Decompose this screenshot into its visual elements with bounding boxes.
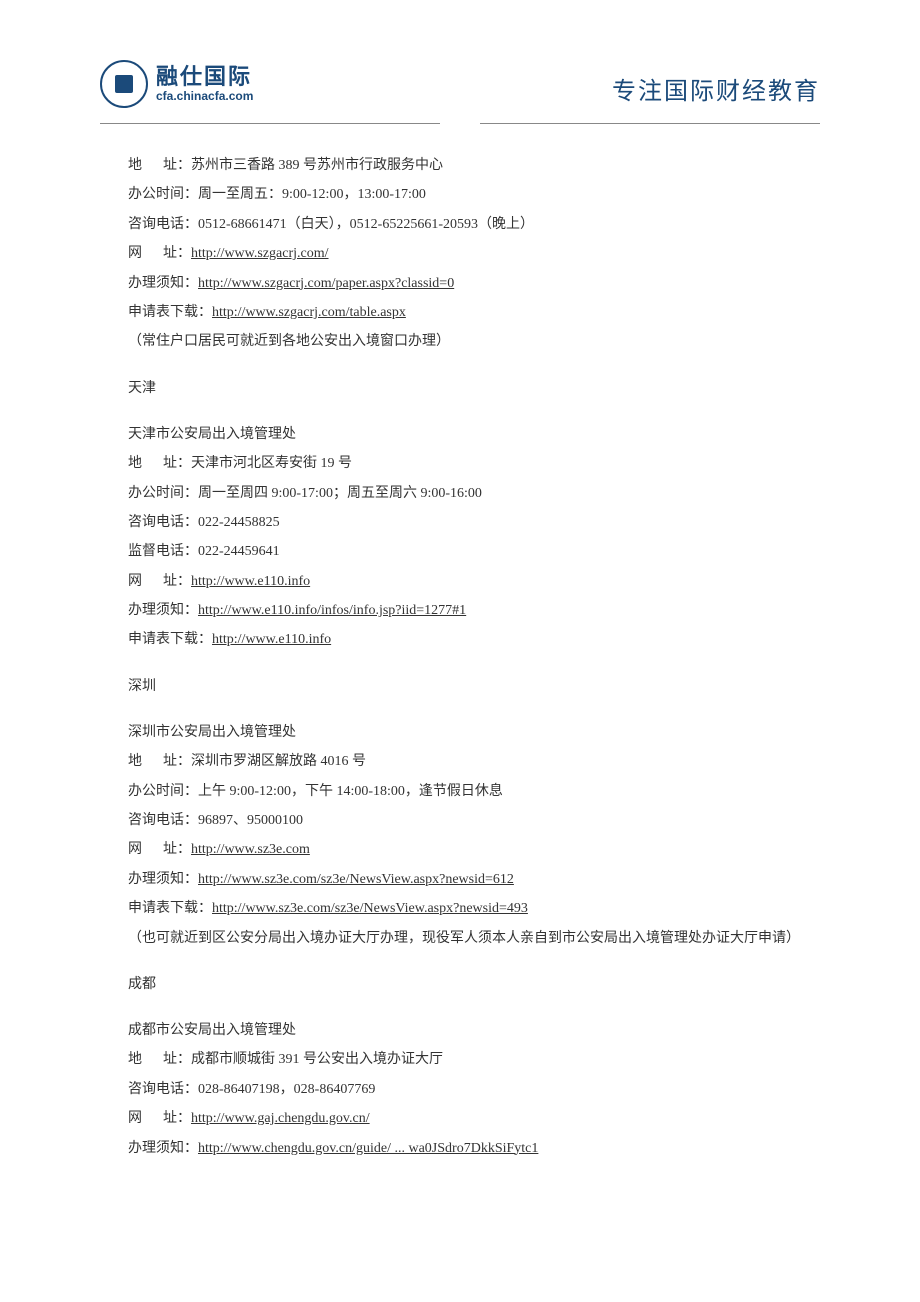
city-heading: 成都 bbox=[100, 970, 820, 999]
field-value: 成都市顺城街 391 号公安出入境办证大厅 bbox=[191, 1052, 443, 1067]
info-line: 咨询电话：022-24458825 bbox=[100, 508, 820, 537]
info-line: 地址：天津市河北区寿安街 19 号 bbox=[100, 449, 820, 478]
info-link[interactable]: http://www.gaj.chengdu.gov.cn/ bbox=[191, 1111, 370, 1126]
field-label: 办公时间： bbox=[128, 784, 198, 799]
field-value: 96897、95000100 bbox=[198, 813, 303, 828]
info-line: 网址：http://www.e110.info bbox=[100, 567, 820, 596]
logo-text: 融仕国际 cfa.chinacfa.com bbox=[156, 65, 253, 102]
field-label: 申请表下载： bbox=[128, 305, 212, 320]
field-value: 0512-68661471（白天），0512-65225661-20593（晚上… bbox=[198, 217, 534, 232]
info-line: 申请表下载：http://www.szgacrj.com/table.aspx bbox=[100, 298, 820, 327]
city-heading: 天津 bbox=[100, 374, 820, 403]
city-heading: 深圳 bbox=[100, 672, 820, 701]
field-label: 地 bbox=[128, 754, 163, 769]
info-line: 网址：http://www.sz3e.com bbox=[100, 835, 820, 864]
info-line: 办理须知：http://www.e110.info/infos/info.jsp… bbox=[100, 596, 820, 625]
logo-cn-text: 融仕国际 bbox=[156, 65, 253, 89]
info-line: 地址：深圳市罗湖区解放路 4016 号 bbox=[100, 747, 820, 776]
info-link[interactable]: http://www.sz3e.com bbox=[191, 842, 310, 857]
info-line: 网址：http://www.gaj.chengdu.gov.cn/ bbox=[100, 1104, 820, 1133]
info-link[interactable]: http://www.e110.info bbox=[212, 632, 331, 647]
office-title: 成都市公安局出入境管理处 bbox=[100, 1016, 820, 1045]
field-label: 办公时间： bbox=[128, 486, 198, 501]
slogan-text: 专注国际财经教育 bbox=[612, 71, 820, 108]
info-line: 申请表下载：http://www.e110.info bbox=[100, 625, 820, 654]
field-value: 022-24459641 bbox=[198, 544, 280, 559]
field-value: 022-24458825 bbox=[198, 515, 280, 530]
info-line: 办公时间：周一至周四 9:00-17:00；周五至周六 9:00-16:00 bbox=[100, 479, 820, 508]
field-label: 咨询电话： bbox=[128, 217, 198, 232]
info-link[interactable]: http://www.e110.info/infos/info.jsp?iid=… bbox=[198, 603, 466, 618]
field-label: 办理须知： bbox=[128, 1141, 198, 1156]
info-line: 办理须知：http://www.chengdu.gov.cn/guide/ ..… bbox=[100, 1134, 820, 1163]
info-line: 办公时间：周一至周五：9:00-12:00，13:00-17:00 bbox=[100, 180, 820, 209]
field-label: 地 bbox=[128, 1052, 163, 1067]
field-value: 028-86407198，028-86407769 bbox=[198, 1082, 375, 1097]
info-line: 监督电话：022-24459641 bbox=[100, 537, 820, 566]
field-label: 办理须知： bbox=[128, 872, 198, 887]
info-link[interactable]: http://www.szgacrj.com/paper.aspx?classi… bbox=[198, 276, 454, 291]
info-line: 申请表下载：http://www.sz3e.com/sz3e/NewsView.… bbox=[100, 894, 820, 923]
document-body: 地址：苏州市三香路 389 号苏州市行政服务中心办公时间：周一至周五：9:00-… bbox=[100, 151, 820, 1163]
header-divider bbox=[100, 116, 820, 131]
info-line: （常住户口居民可就近到各地公安出入境窗口办理） bbox=[100, 327, 820, 356]
logo-icon bbox=[100, 60, 148, 108]
info-link[interactable]: http://www.szgacrj.com/table.aspx bbox=[212, 305, 406, 320]
field-label: 网 bbox=[128, 842, 163, 857]
info-link[interactable]: http://www.sz3e.com/sz3e/NewsView.aspx?n… bbox=[212, 901, 528, 916]
logo-block: 融仕国际 cfa.chinacfa.com bbox=[100, 60, 253, 108]
info-link[interactable]: http://www.e110.info bbox=[191, 574, 310, 589]
field-label: 申请表下载： bbox=[128, 632, 212, 647]
logo-url-text: cfa.chinacfa.com bbox=[156, 90, 253, 103]
field-value: 周一至周五：9:00-12:00，13:00-17:00 bbox=[198, 187, 426, 202]
field-label: 咨询电话： bbox=[128, 1082, 198, 1097]
field-label: 咨询电话： bbox=[128, 813, 198, 828]
info-line: 办理须知：http://www.sz3e.com/sz3e/NewsView.a… bbox=[100, 865, 820, 894]
footnote: （也可就近到区公安分局出入境办证大厅办理，现役军人须本人亲自到市公安局出入境管理… bbox=[100, 924, 820, 953]
info-line: 网址：http://www.szgacrj.com/ bbox=[100, 239, 820, 268]
field-label: 办理须知： bbox=[128, 276, 198, 291]
field-label: 咨询电话： bbox=[128, 515, 198, 530]
office-title: 深圳市公安局出入境管理处 bbox=[100, 718, 820, 747]
document-header: 融仕国际 cfa.chinacfa.com 专注国际财经教育 bbox=[100, 60, 820, 108]
field-label: 地 bbox=[128, 158, 163, 173]
field-label: 网 bbox=[128, 246, 163, 261]
field-label: 监督电话： bbox=[128, 544, 198, 559]
info-line: 地址：成都市顺城街 391 号公安出入境办证大厅 bbox=[100, 1045, 820, 1074]
field-value: 周一至周四 9:00-17:00；周五至周六 9:00-16:00 bbox=[198, 486, 482, 501]
field-label: 网 bbox=[128, 574, 163, 589]
info-link[interactable]: http://www.chengdu.gov.cn/guide/ ... wa0… bbox=[198, 1141, 538, 1156]
document-page: 融仕国际 cfa.chinacfa.com 专注国际财经教育 地址：苏州市三香路… bbox=[0, 0, 920, 1223]
info-line: 地址：苏州市三香路 389 号苏州市行政服务中心 bbox=[100, 151, 820, 180]
info-line: 办理须知：http://www.szgacrj.com/paper.aspx?c… bbox=[100, 269, 820, 298]
field-value: 深圳市罗湖区解放路 4016 号 bbox=[191, 754, 366, 769]
info-line: 咨询电话：0512-68661471（白天），0512-65225661-205… bbox=[100, 210, 820, 239]
info-line: 咨询电话：96897、95000100 bbox=[100, 806, 820, 835]
field-value: 天津市河北区寿安街 19 号 bbox=[191, 456, 352, 471]
field-label: 地 bbox=[128, 456, 163, 471]
info-link[interactable]: http://www.sz3e.com/sz3e/NewsView.aspx?n… bbox=[198, 872, 514, 887]
field-label: 申请表下载： bbox=[128, 901, 212, 916]
info-line: 咨询电话：028-86407198，028-86407769 bbox=[100, 1075, 820, 1104]
office-title: 天津市公安局出入境管理处 bbox=[100, 420, 820, 449]
field-label: 办理须知： bbox=[128, 603, 198, 618]
info-line: 办公时间：上午 9:00-12:00，下午 14:00-18:00，逢节假日休息 bbox=[100, 777, 820, 806]
info-link[interactable]: http://www.szgacrj.com/ bbox=[191, 246, 329, 261]
field-value: 苏州市三香路 389 号苏州市行政服务中心 bbox=[191, 158, 443, 173]
field-label: 网 bbox=[128, 1111, 163, 1126]
field-value: 上午 9:00-12:00，下午 14:00-18:00，逢节假日休息 bbox=[198, 784, 503, 799]
field-label: 办公时间： bbox=[128, 187, 198, 202]
